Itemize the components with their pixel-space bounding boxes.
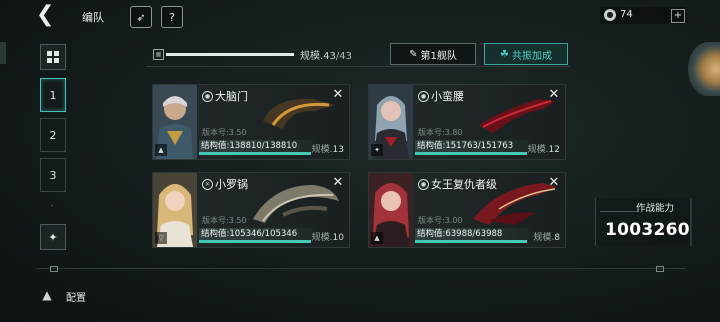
- ship-card[interactable]: ▲ ● 大脑门 ✕ 版本号:3.50 结构值:138810/138810 规模.…: [152, 84, 350, 160]
- resonance-bonus-button[interactable]: ☘ 共振加成: [484, 43, 568, 65]
- ship-image: [473, 183, 557, 225]
- fleet-name-button[interactable]: ✎ 第1舰队: [390, 43, 476, 65]
- resource-value: 74: [620, 9, 633, 20]
- left-edge-decoration: [0, 42, 6, 64]
- ship-card[interactable]: ▽ ✕ 小罗锅 ✕ 版本号:3.50 结构值:105346/105346 规模.…: [152, 172, 350, 248]
- currency-icon: ●: [604, 9, 616, 21]
- ship-scale-value: 13: [332, 145, 344, 155]
- resonance-label: 共振加成: [511, 50, 552, 62]
- ship-scale-label: 规模.: [527, 145, 549, 155]
- ship-image: [479, 99, 555, 133]
- config-button[interactable]: 配置: [66, 289, 86, 304]
- ship-type-icon: ✕: [202, 179, 213, 190]
- structure-bar-fill: [199, 152, 311, 155]
- fleet-tab-2[interactable]: 2: [40, 118, 66, 152]
- panel-decoration: [600, 211, 638, 212]
- fleet-tab-more[interactable]: .: [40, 198, 64, 214]
- fleet-name-label: 第1舰队: [420, 50, 457, 62]
- scale-readout: 规模.43/43: [300, 47, 352, 62]
- structure-bar: [199, 152, 311, 155]
- grid-view-button[interactable]: [40, 44, 66, 70]
- fleet-emblem-button[interactable]: ✦: [40, 224, 66, 250]
- ship-scale: 规模.13: [312, 142, 344, 155]
- ship-scale-value: 12: [548, 145, 560, 155]
- structure-bar: [415, 152, 527, 155]
- ship-version: 版本号:3.50: [202, 128, 247, 137]
- ship-image: [263, 98, 335, 129]
- bottom-divider: [36, 268, 686, 269]
- grid-icon: [47, 51, 59, 63]
- fleet-tab-1[interactable]: 1: [40, 78, 66, 112]
- commander-medal[interactable]: [688, 42, 720, 96]
- combat-power-value: 1003260: [605, 220, 690, 240]
- divider-marker: [656, 266, 664, 272]
- ship-scale: 规模.8: [533, 230, 560, 243]
- ship-image: [253, 185, 339, 223]
- ship-type-icon: ●: [418, 91, 429, 102]
- scale-current: 43: [323, 51, 336, 62]
- scale-label: 规模.: [300, 51, 324, 62]
- rocket-icon[interactable]: ➶: [130, 6, 152, 28]
- ship-structure: 结构值:138810/138810: [199, 140, 313, 152]
- ship-card[interactable]: ✦ ● 小蛮腰 ✕ 版本号:3.80 结构值:151763/151763 规模.…: [368, 84, 566, 160]
- structure-bar: [199, 240, 311, 243]
- scale-progress: [166, 53, 294, 56]
- ship-version: 版本号:3.80: [418, 128, 463, 137]
- ship-version: 版本号:3.50: [202, 216, 247, 225]
- ship-version: 版本号:3.00: [418, 216, 463, 225]
- ship-scale-label: 规模.: [311, 145, 333, 155]
- edit-icon: ✎: [409, 48, 418, 60]
- ship-scale: 规模.10: [312, 230, 344, 243]
- back-arrow-icon[interactable]: ❮: [36, 4, 54, 26]
- ship-type-icon: ●: [202, 91, 213, 102]
- structure-bar: [415, 240, 527, 243]
- ship-structure: 结构值:105346/105346: [199, 228, 313, 240]
- rank-icon: ▲: [371, 232, 383, 244]
- ship-structure: 结构值:151763/151763: [415, 140, 529, 152]
- rank-icon: ✦: [371, 144, 383, 156]
- add-resource-button[interactable]: +: [671, 9, 685, 23]
- combat-power-label: 作战能力: [636, 203, 675, 214]
- rank-icon: ▲: [155, 144, 167, 156]
- ship-scale-label: 规模.: [533, 233, 555, 243]
- structure-bar-fill: [415, 240, 527, 243]
- ship-type-icon: ●: [418, 179, 429, 190]
- clover-icon: ☘: [500, 48, 509, 60]
- page-title: 编队: [82, 11, 104, 24]
- ship-card[interactable]: ▲ ● 女王复仇者级 ✕ 版本号:3.00 结构值:63988/63988 规模…: [368, 172, 566, 248]
- ship-scale-value: 8: [554, 233, 560, 243]
- panel-edge: [690, 198, 692, 246]
- ship-scale: 规模.12: [528, 142, 560, 155]
- rank-icon: ▽: [155, 232, 167, 244]
- divider: [146, 66, 570, 67]
- config-icon[interactable]: ▲: [38, 288, 56, 304]
- ship-scale-value: 10: [332, 233, 344, 243]
- ship-structure: 结构值:63988/63988: [415, 228, 529, 240]
- wing-icon: ✦: [48, 230, 58, 244]
- divider-marker: [50, 266, 58, 272]
- help-icon[interactable]: ?: [161, 6, 183, 28]
- scale-icon: ▦: [153, 49, 164, 60]
- fleet-tab-3[interactable]: 3: [40, 158, 66, 192]
- scale-max: /43: [335, 51, 353, 62]
- structure-bar-fill: [415, 152, 527, 155]
- ship-scale-label: 规模.: [311, 233, 333, 243]
- structure-bar-fill: [199, 240, 311, 243]
